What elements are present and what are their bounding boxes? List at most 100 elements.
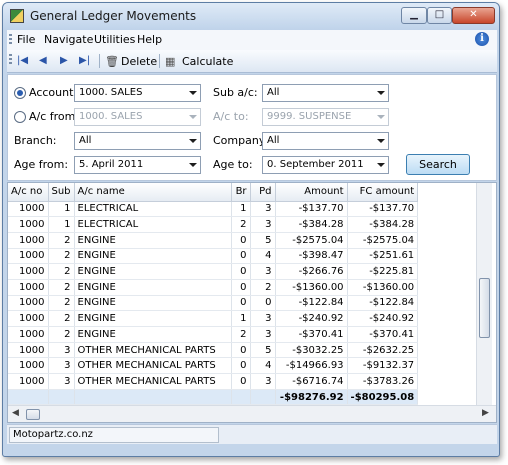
cell-empty (74, 389, 232, 406)
calculate-button[interactable]: Calculate (182, 55, 233, 68)
cell-pd: 5 (250, 232, 276, 249)
scroll-right-icon[interactable]: ▶ (482, 408, 489, 418)
cell-br: 0 (231, 248, 251, 265)
agefrom-label: Age from: (14, 158, 69, 171)
vertical-scroll-thumb[interactable] (479, 278, 490, 338)
table-row[interactable]: 1000 3 OTHER MECHANICAL PARTS 0 4 -$14966.93-… (8, 357, 419, 375)
maximize-button[interactable]: □ (427, 7, 452, 24)
table-row[interactable]: 1000 3 OTHER MECHANICAL PARTS 0 5 -$3032.25 -$… (8, 342, 419, 359)
last-record-icon[interactable]: ▶| (79, 55, 90, 66)
cell-acno: 1000 (8, 326, 49, 343)
vertical-scrollbar[interactable] (476, 183, 492, 405)
menu-help[interactable]: Help (137, 33, 162, 46)
status-bar: Motopartz.co.nz (7, 424, 497, 444)
table-row[interactable]: 1000 2 ENGINE 0 5 -$2575.04 -$2575.04 (8, 232, 419, 249)
cell-br: 0 (231, 263, 251, 280)
info-icon[interactable]: i (475, 32, 489, 46)
chevron-down-icon (189, 139, 197, 143)
cell-acno: 1000 (8, 216, 49, 233)
chevron-down-icon (377, 115, 385, 119)
cell-pd: 4 (250, 357, 276, 375)
cell-sub: 3 (48, 357, 75, 375)
table-row[interactable]: 1000 3 OTHER MECHANICAL PARTS 0 3 -$6716.74 -$… (8, 373, 419, 390)
cell-amount: -$122.84 (275, 295, 348, 312)
cell-amount: -$398.47 (275, 248, 348, 265)
chevron-down-icon (189, 115, 197, 119)
table-row[interactable]: 1000 1 ELECTRICAL 2 3 -$384.28 -$384.28 (8, 216, 419, 233)
close-button[interactable]: ✕ (452, 7, 495, 24)
chevron-down-icon (189, 163, 197, 167)
cell-br: 0 (231, 295, 251, 312)
cell-br: 0 (231, 357, 251, 375)
acto-combo[interactable]: 9999. SUSPENSE (262, 108, 389, 126)
branch-combo[interactable]: All (74, 132, 201, 150)
menu-utilities[interactable]: Utilities (94, 33, 135, 46)
subac-combo-value: All (267, 87, 280, 98)
cell-pd: 3 (250, 216, 276, 233)
ageto-combo-value: 0. September 2011 (267, 159, 364, 170)
ageto-combo[interactable]: 0. September 2011 (262, 156, 389, 174)
chevron-down-icon (189, 91, 197, 95)
cell-fc-amount: -$122.84 (347, 295, 419, 312)
column-header-sub[interactable]: Sub (48, 183, 75, 202)
minimize-button[interactable]: ▁ (401, 7, 427, 24)
table-row[interactable]: 1000 2 ENGINE 0 2 -$1360.00 -$1360.00 (8, 279, 419, 296)
menu-file[interactable]: File (17, 33, 35, 46)
calculator-icon: ▦ (165, 55, 176, 68)
column-header-amount[interactable]: Amount (275, 183, 348, 202)
previous-record-icon[interactable]: ◀ (39, 55, 47, 66)
cell-sub: 2 (48, 310, 75, 327)
horizontal-scroll-thumb[interactable] (26, 409, 40, 420)
column-header-acno[interactable]: A/c no (8, 183, 49, 202)
chevron-down-icon (377, 139, 385, 143)
cell-amount: -$240.92 (275, 310, 348, 327)
column-header-acname[interactable]: A/c name (74, 183, 232, 202)
cell-pd: 3 (250, 310, 276, 327)
cell-pd: 3 (250, 201, 276, 218)
table-row[interactable]: 1000 2 ENGINE 0 3 -$266.76 -$225.81 (8, 263, 419, 280)
cell-sub: 2 (48, 232, 75, 249)
acfrom-combo[interactable]: 1000. SALES (74, 108, 201, 126)
cell-amount: -$14966.93 (275, 357, 348, 375)
cell-acname: ENGINE (74, 326, 232, 343)
subac-combo[interactable]: All (262, 84, 389, 102)
cell-empty (48, 389, 75, 406)
cell-sub: 1 (48, 201, 75, 218)
cell-br: 0 (231, 279, 251, 296)
menu-navigate[interactable]: Navigate (44, 33, 93, 46)
first-record-icon[interactable]: |◀ (17, 55, 28, 66)
close-icon: ✕ (469, 9, 478, 20)
account-radio[interactable] (14, 87, 26, 99)
movements-grid: A/c no Sub A/c name Br Pd Amount FC amou… (7, 182, 497, 423)
column-header-br[interactable]: Br (231, 183, 251, 202)
toolbar-grip-icon (9, 54, 12, 66)
total-amount: -$98276.92 (275, 389, 348, 406)
delete-button[interactable]: Delete (121, 55, 157, 68)
column-header-fc-amount[interactable]: FC amount (347, 183, 419, 202)
cell-fc-amount: -$1360.00 (347, 279, 419, 296)
cell-sub: 3 (48, 373, 75, 390)
account-combo[interactable]: 1000. SALES (74, 84, 201, 102)
cell-acno: 1000 (8, 295, 49, 312)
cell-br: 2 (231, 216, 251, 233)
table-row[interactable]: 1000 2 ENGINE 2 3 -$370.41 -$370.41 (8, 326, 419, 343)
scroll-left-icon[interactable]: ◀ (12, 408, 19, 418)
cell-empty (250, 389, 276, 406)
app-window: General Ledger Movements ▁ □ ✕ File Navi… (2, 2, 500, 457)
horizontal-scrollbar[interactable]: ◀ ▶ (8, 405, 496, 422)
company-combo[interactable]: All (262, 132, 389, 150)
acfrom-radio[interactable] (14, 111, 26, 123)
trash-icon: 🗑 (105, 55, 119, 68)
app-icon (10, 9, 24, 23)
table-row[interactable]: 1000 2 ENGINE 1 3 -$240.92 -$240.92 (8, 310, 419, 327)
cell-acname: ELECTRICAL (74, 201, 232, 218)
company-combo-value: All (267, 135, 280, 146)
table-row[interactable]: 1000 2 ENGINE 0 4 -$398.47 -$251.61 (8, 248, 419, 265)
agefrom-combo[interactable]: 5. April 2011 (74, 156, 201, 174)
column-header-pd[interactable]: Pd (250, 183, 276, 202)
search-button[interactable]: Search (406, 154, 470, 175)
cell-sub: 1 (48, 216, 75, 233)
next-record-icon[interactable]: ▶ (60, 55, 68, 66)
table-row[interactable]: 1000 1 ELECTRICAL 1 3 -$137.70 -$137.70 (8, 201, 419, 218)
table-row[interactable]: 1000 2 ENGINE 0 0 -$122.84 -$122.84 (8, 295, 419, 312)
